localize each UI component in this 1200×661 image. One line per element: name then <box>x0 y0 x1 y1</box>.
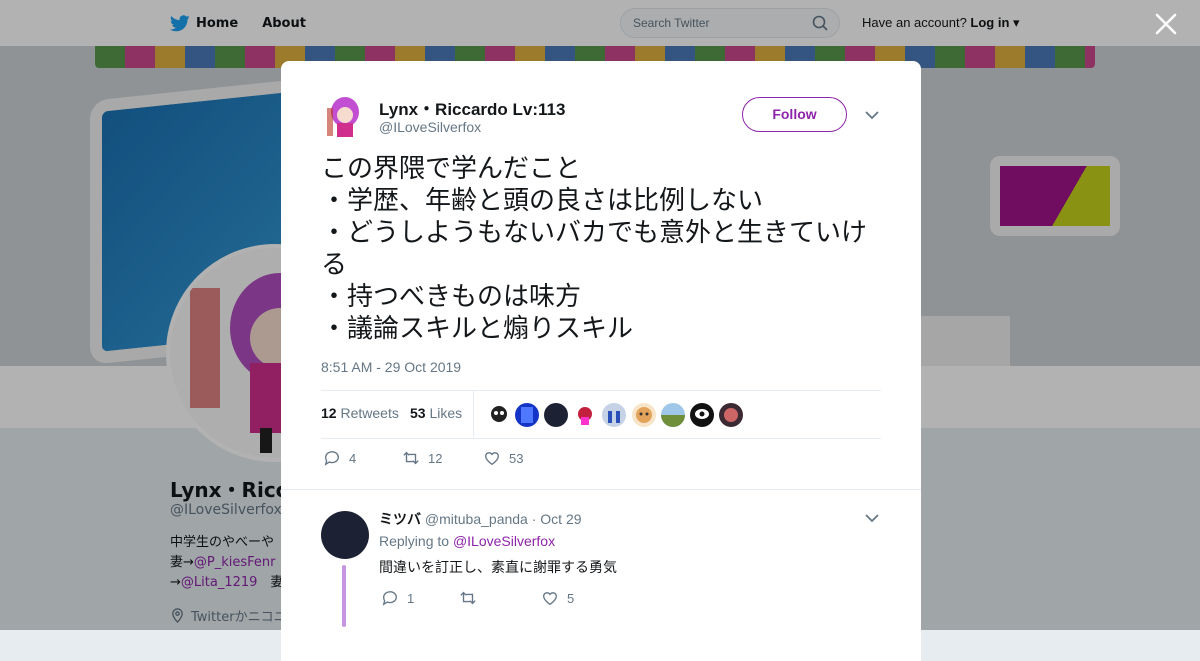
tweet-author-avatar[interactable] <box>321 94 369 142</box>
liker-avatar[interactable] <box>515 403 539 427</box>
retweets-count: 12 <box>321 405 337 421</box>
reply-count: 1 <box>407 590 415 606</box>
thread-line <box>342 565 346 627</box>
liker-avatar[interactable] <box>487 403 511 427</box>
retweet-count: 12 <box>428 450 443 466</box>
liker-avatar[interactable] <box>690 403 714 427</box>
tweet-author-name[interactable]: Lynx・Riccardo Lv:113 <box>379 95 565 120</box>
liker-avatar[interactable] <box>661 403 685 427</box>
likes-label: Likes <box>429 405 463 421</box>
retweet-icon <box>403 451 419 465</box>
reply-header: ミツバ @mituba_panda · Oct 29 <box>379 509 582 529</box>
liker-avatar[interactable] <box>544 403 568 427</box>
retweet-action[interactable]: 12 <box>402 449 442 467</box>
retweet-icon <box>460 591 476 605</box>
retweets-label: Retweets <box>340 405 399 421</box>
reply-date[interactable]: · Oct 29 <box>532 511 582 527</box>
tweet-modal: Lynx・Riccardo Lv:113 @ILoveSilverfox Fol… <box>281 61 921 661</box>
reply-author-handle[interactable]: @mituba_panda <box>425 511 528 527</box>
retweets-stat[interactable]: 12 Retweets <box>321 405 399 421</box>
like-action[interactable]: 5 <box>541 589 574 607</box>
reply-action[interactable]: 1 <box>381 589 414 607</box>
replying-to-link[interactable]: @ILoveSilverfox <box>453 533 555 549</box>
tweet-author-handle[interactable]: @ILoveSilverfox <box>379 119 481 135</box>
replying-to: Replying to @ILoveSilverfox <box>379 533 555 549</box>
likes-count: 53 <box>410 405 426 421</box>
tweet-timestamp[interactable]: 8:51 AM - 29 Oct 2019 <box>321 359 461 375</box>
reply-icon <box>382 591 397 606</box>
retweet-action[interactable] <box>459 589 485 607</box>
reply-author-name[interactable]: ミツバ <box>379 511 421 527</box>
heart-icon <box>485 452 499 466</box>
reply-text: 間違いを訂正し、素直に謝罪する勇気 <box>379 560 617 576</box>
liker-avatar[interactable] <box>719 403 743 427</box>
like-action[interactable]: 53 <box>483 449 523 467</box>
like-count: 5 <box>567 590 575 606</box>
reply-count: 4 <box>349 450 357 466</box>
heart-icon <box>543 592 557 606</box>
tweet-stats: 12 Retweets 53 Likes <box>321 390 881 439</box>
chevron-down-icon[interactable] <box>865 513 879 523</box>
liker-avatar[interactable] <box>573 403 597 427</box>
tweet-text: この界隈で学んだこと ・学歴、年齢と頭の良さは比例しない ・どうしようもないバカ… <box>321 154 868 344</box>
close-icon[interactable] <box>1154 12 1178 36</box>
follow-button[interactable]: Follow <box>742 97 847 132</box>
likes-stat[interactable]: 53 Likes <box>410 405 462 421</box>
liker-avatar[interactable] <box>632 403 656 427</box>
chevron-down-icon[interactable] <box>865 110 879 120</box>
reply-separator <box>281 489 921 490</box>
replying-to-prefix: Replying to <box>379 533 450 549</box>
reply-author-avatar[interactable] <box>321 511 369 559</box>
like-count: 53 <box>509 450 524 466</box>
stats-divider <box>473 391 474 438</box>
reply-icon <box>324 451 339 466</box>
reply-action[interactable]: 4 <box>323 449 356 467</box>
liker-avatar[interactable] <box>602 403 626 427</box>
